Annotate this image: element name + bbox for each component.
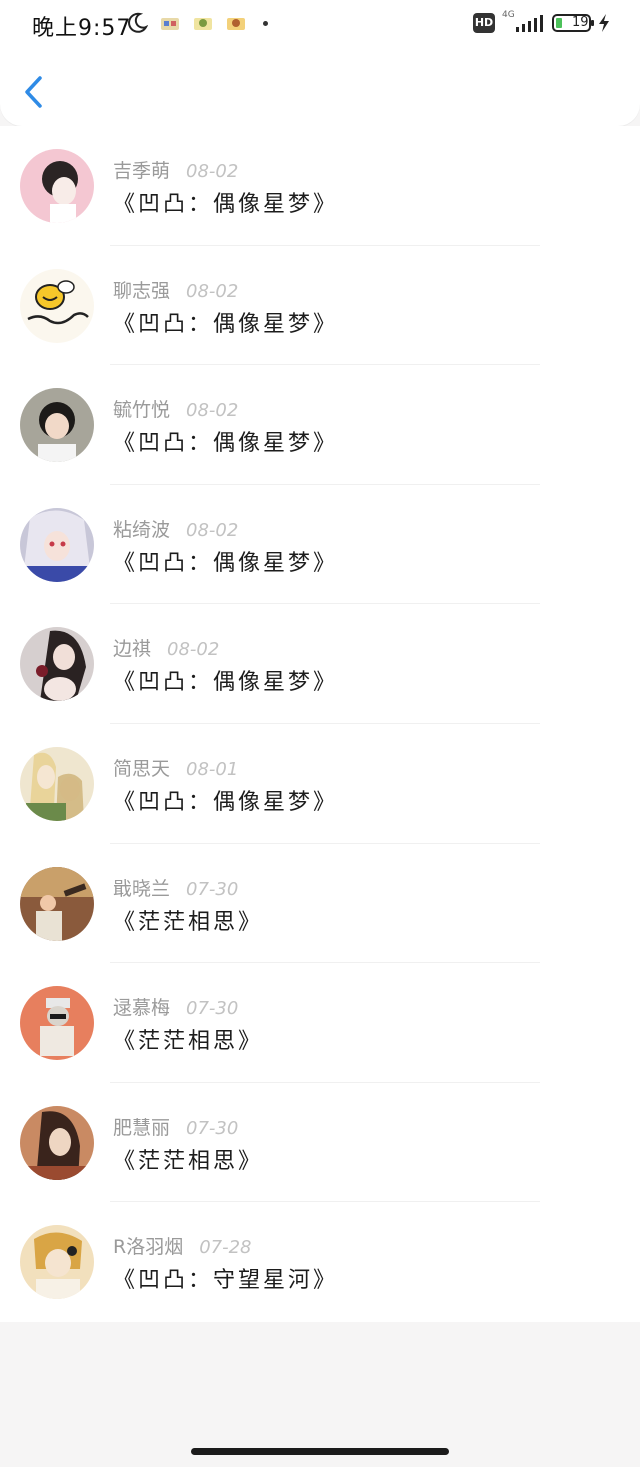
avatar[interactable] (20, 268, 94, 343)
item-meta: 边祺 08-02 (113, 634, 219, 661)
author-name: 聊志强 (113, 279, 171, 302)
avatar[interactable] (20, 388, 94, 463)
author-name: 简思天 (113, 757, 171, 780)
item-date: 07-30 (186, 878, 239, 900)
signal-icon (516, 15, 543, 32)
hd-voice-badge: HD (473, 13, 495, 33)
author-name: 肥慧丽 (113, 1116, 171, 1139)
item-date: 08-02 (186, 400, 239, 422)
item-meta: 毓竹悦 08-02 (113, 395, 238, 422)
item-meta: 简思天 08-01 (113, 754, 238, 781)
item-date: 08-02 (186, 519, 239, 541)
item-meta: 吉季萌 08-02 (113, 156, 238, 183)
author-name: 吉季萌 (113, 160, 171, 182)
list-item[interactable]: 边祺 08-02 《凹凸：偶像星梦》 (0, 604, 640, 724)
app-notification-icon (227, 18, 245, 30)
item-date: 08-02 (186, 280, 239, 302)
moon-icon (128, 12, 148, 33)
work-title: 《凹凸：偶像星梦》 (113, 670, 339, 696)
work-title: 《凹凸：偶像星梦》 (113, 550, 339, 576)
list-item[interactable]: 粘绮波 08-02 《凹凸：偶像星梦》 (0, 485, 640, 605)
avatar[interactable] (20, 627, 94, 702)
item-meta: 肥慧丽 07-30 (113, 1113, 238, 1140)
battery-level: 19 (572, 15, 589, 30)
work-title: 《凹凸：偶像星梦》 (113, 431, 339, 457)
home-indicator[interactable] (191, 1448, 449, 1455)
avatar[interactable] (20, 746, 94, 821)
avatar[interactable] (20, 1225, 94, 1300)
work-title: 《茫茫相思》 (113, 1148, 264, 1174)
item-meta: R洛羽烟 07-28 (113, 1232, 252, 1259)
author-name: 逯慕梅 (113, 997, 171, 1020)
more-notifications-dot (263, 21, 268, 26)
author-name: R洛羽烟 (113, 1236, 184, 1259)
author-name: 戢晓兰 (113, 877, 171, 900)
avatar[interactable] (20, 149, 94, 223)
work-title: 《凹凸：偶像星梦》 (113, 789, 339, 815)
list-item[interactable]: 吉季萌 08-02 《凹凸：偶像星梦》 (0, 126, 640, 246)
item-date: 08-02 (186, 161, 239, 182)
item-meta: 戢晓兰 07-30 (113, 874, 238, 901)
item-meta: 聊志强 08-02 (113, 276, 238, 303)
status-bar: 晚上9:57 HD 4G 19 (0, 0, 640, 48)
list-item[interactable]: 聊志强 08-02 《凹凸：偶像星梦》 (0, 246, 640, 366)
list-item[interactable]: R洛羽烟 07-28 《凹凸：守望星河》 (0, 1202, 640, 1322)
item-date: 07-30 (186, 1117, 239, 1139)
avatar[interactable] (20, 507, 94, 582)
work-title: 《凹凸：守望星河》 (113, 1268, 339, 1294)
author-name: 粘绮波 (113, 518, 171, 541)
avatar[interactable] (20, 986, 94, 1061)
author-name: 边祺 (113, 638, 152, 661)
list-item[interactable]: 肥慧丽 07-30 《茫茫相思》 (0, 1083, 640, 1203)
charging-icon (599, 14, 609, 32)
item-date: 08-02 (167, 639, 220, 661)
list-item[interactable]: 逯慕梅 07-30 《茫茫相思》 (0, 963, 640, 1083)
top-header: 晚上9:57 HD 4G 19 (0, 0, 640, 126)
work-title: 《茫茫相思》 (113, 1029, 264, 1055)
work-title: 《凹凸：偶像星梦》 (113, 192, 339, 217)
item-meta: 逯慕梅 07-30 (113, 993, 238, 1020)
item-date: 07-28 (199, 1237, 252, 1259)
work-title: 《茫茫相思》 (113, 909, 264, 935)
app-notification-icon (194, 18, 212, 30)
avatar[interactable] (20, 1105, 94, 1180)
author-name: 毓竹悦 (113, 399, 171, 422)
item-date: 08-01 (186, 758, 239, 780)
item-meta: 粘绮波 08-02 (113, 515, 238, 542)
list-item[interactable]: 毓竹悦 08-02 《凹凸：偶像星梦》 (0, 365, 640, 485)
work-title: 《凹凸：偶像星梦》 (113, 311, 339, 337)
item-date: 07-30 (186, 998, 239, 1020)
status-time: 晚上9:57 (32, 16, 132, 41)
avatar[interactable] (20, 866, 94, 941)
list-item[interactable]: 戢晓兰 07-30 《茫茫相思》 (0, 844, 640, 964)
back-button[interactable] (14, 70, 54, 114)
app-notification-icon (161, 18, 179, 30)
work-list: 吉季萌 08-02 《凹凸：偶像星梦》 聊志强 08-02 《凹凸：偶像星梦》 (0, 126, 640, 1322)
list-item[interactable]: 简思天 08-01 《凹凸：偶像星梦》 (0, 724, 640, 844)
